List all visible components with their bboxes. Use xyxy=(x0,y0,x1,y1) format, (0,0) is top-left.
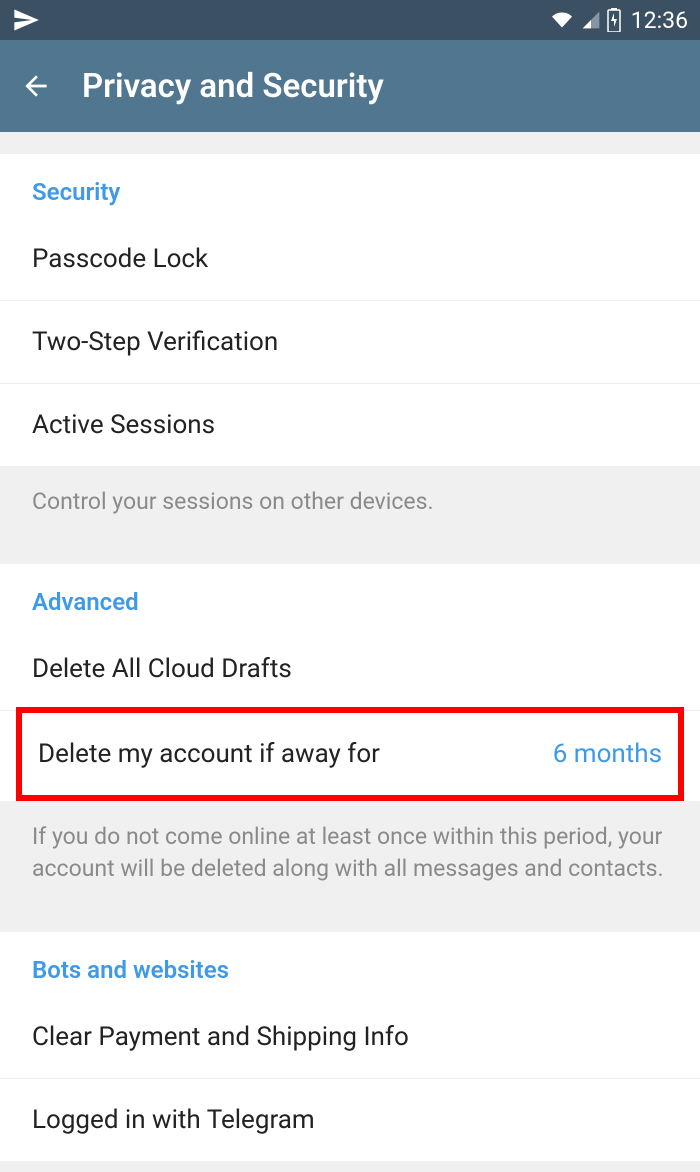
status-time: 12:36 xyxy=(631,7,688,34)
active-sessions-item[interactable]: Active Sessions xyxy=(0,384,700,466)
telegram-icon xyxy=(12,6,40,34)
clear-payment-label: Clear Payment and Shipping Info xyxy=(32,1022,409,1052)
battery-charging-icon xyxy=(607,8,621,32)
delete-drafts-item[interactable]: Delete All Cloud Drafts xyxy=(0,628,700,711)
delete-account-value: 6 months xyxy=(553,739,662,769)
passcode-lock-label: Passcode Lock xyxy=(32,244,208,274)
two-step-verification-label: Two-Step Verification xyxy=(32,327,278,357)
section-footer-advanced: If you do not come online at least once … xyxy=(0,801,700,909)
section-advanced: Advanced Delete All Cloud Drafts Delete … xyxy=(0,564,700,801)
clear-payment-item[interactable]: Clear Payment and Shipping Info xyxy=(0,996,700,1079)
section-header-security: Security xyxy=(0,154,700,218)
section-footer-security: Control your sessions on other devices. xyxy=(0,466,700,542)
content: Security Passcode Lock Two-Step Verifica… xyxy=(0,154,700,1161)
section-header-bots: Bots and websites xyxy=(0,932,700,996)
delete-drafts-label: Delete All Cloud Drafts xyxy=(32,654,292,684)
status-bar: 12:36 xyxy=(0,0,700,40)
app-bar: Privacy and Security xyxy=(0,40,700,132)
section-bots: Bots and websites Clear Payment and Ship… xyxy=(0,932,700,1161)
passcode-lock-item[interactable]: Passcode Lock xyxy=(0,218,700,301)
section-header-advanced: Advanced xyxy=(0,564,700,628)
logged-in-telegram-label: Logged in with Telegram xyxy=(32,1105,315,1135)
back-arrow-icon[interactable] xyxy=(20,70,52,102)
logged-in-telegram-item[interactable]: Logged in with Telegram xyxy=(0,1079,700,1161)
two-step-verification-item[interactable]: Two-Step Verification xyxy=(0,301,700,384)
section-security: Security Passcode Lock Two-Step Verifica… xyxy=(0,154,700,466)
signal-icon xyxy=(581,10,601,30)
highlight-box: Delete my account if away for 6 months xyxy=(16,707,684,801)
active-sessions-label: Active Sessions xyxy=(32,410,215,440)
wifi-icon xyxy=(549,10,575,30)
page-title: Privacy and Security xyxy=(82,67,384,106)
delete-account-label: Delete my account if away for xyxy=(38,739,380,769)
delete-account-item[interactable]: Delete my account if away for 6 months xyxy=(22,713,678,795)
